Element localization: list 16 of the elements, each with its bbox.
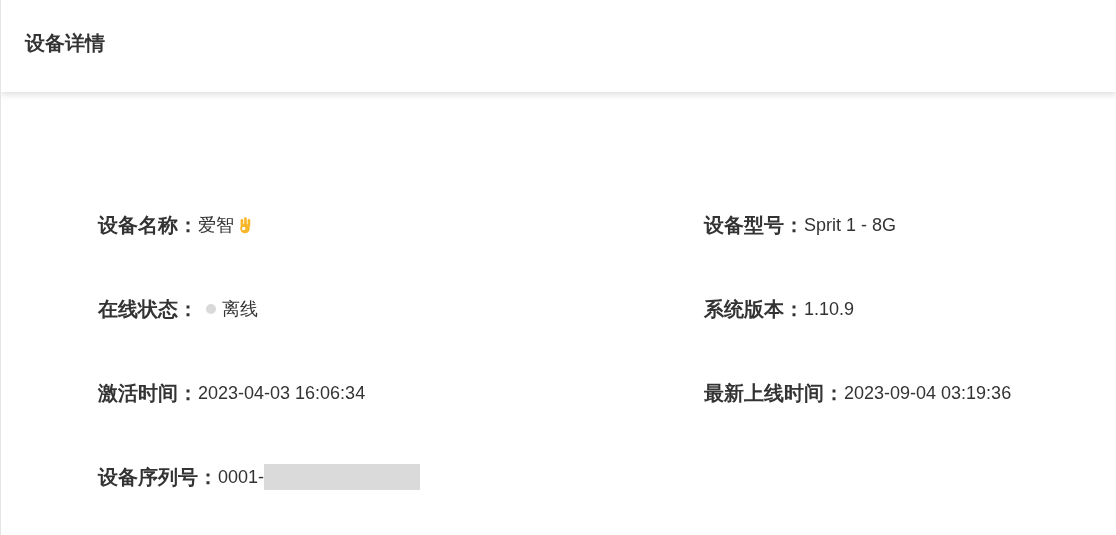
field-label: 在线状态： (98, 295, 198, 323)
field-value: 离线 (222, 298, 258, 321)
field-value: 0001- (218, 466, 265, 488)
field-label: 系统版本： (704, 295, 804, 323)
page-title: 设备详情 (25, 31, 105, 55)
ok-hand-icon (238, 216, 252, 234)
field-label: 设备序列号： (98, 463, 218, 491)
field-value: Sprit 1 - 8G (804, 214, 897, 236)
field-label: 设备型号： (704, 211, 804, 239)
field-value: 爱智 (198, 214, 234, 237)
field-label: 设备名称： (98, 211, 198, 239)
field-label: 最新上线时间： (704, 379, 844, 407)
field-value: 2023-04-03 16:06:34 (198, 382, 366, 404)
field-value: 2023-09-04 03:19:36 (844, 382, 1012, 404)
field-label: 激活时间： (98, 379, 198, 407)
field-value: 1.10.9 (804, 298, 855, 320)
